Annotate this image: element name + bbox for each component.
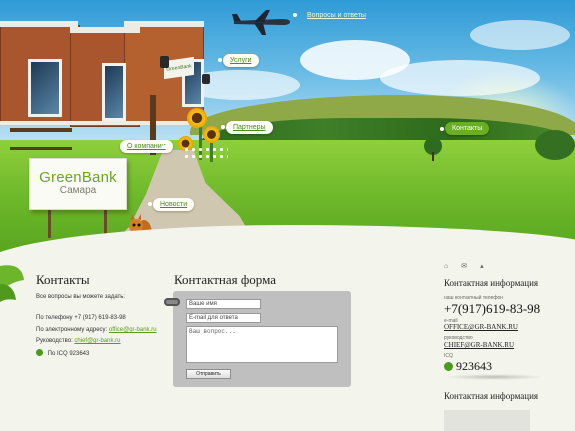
icq-label: По ICQ — [47, 351, 68, 357]
form-arrow-marker — [164, 298, 180, 306]
tree-trunk — [432, 152, 434, 161]
info-icons: ⌂✉▴ — [444, 262, 569, 270]
nav-partners-link[interactable]: Партнеры — [226, 121, 273, 134]
contacts-title: Контакты — [36, 272, 90, 287]
form-section: Контактная форма — [174, 272, 276, 288]
airplane-icon — [232, 10, 290, 35]
contacts-icq-row: По ICQ 923643 — [36, 349, 89, 357]
street-lamp — [160, 56, 169, 68]
building-cornice — [124, 21, 204, 27]
info-director-link[interactable]: CHIEF@GR-BANK.RU — [444, 341, 514, 349]
page: GreenBank GreenBank Самара Вопросы и отв… — [0, 0, 575, 431]
sitemap-icon[interactable]: ▴ — [480, 263, 497, 270]
info-title: Контактная информация — [444, 278, 539, 288]
building-window — [28, 59, 62, 117]
contacts-section: Контакты Все вопросы вы можете задать: П… — [36, 272, 161, 357]
icq-flower-icon — [444, 362, 453, 371]
building-window — [102, 63, 126, 121]
logo-city: Самара — [59, 185, 97, 196]
question-textarea[interactable]: Ваш вопрос... — [186, 326, 338, 363]
email-field[interactable]: E-mail для ответа — [186, 313, 261, 323]
email-label: По электронному адресу: — [36, 327, 108, 333]
form-title: Контактная форма — [174, 272, 277, 287]
submit-button[interactable]: Отправить — [186, 369, 231, 379]
daisies — [183, 146, 228, 162]
leaf-decoration — [0, 265, 24, 302]
mail-icon[interactable]: ✉ — [461, 263, 480, 270]
name-field[interactable]: Ваше имя — [186, 299, 261, 309]
hero-banner: GreenBank GreenBank Самара Вопросы и отв… — [0, 0, 575, 255]
logo-name: GreenBank — [39, 169, 117, 186]
nav-contacts-link[interactable]: Контакты — [445, 122, 490, 135]
nav-pointer — [221, 125, 225, 129]
building-cornice — [0, 21, 78, 27]
sign-leg — [48, 210, 51, 238]
info-icq: 923643 — [456, 359, 492, 373]
nav-news-link[interactable]: Новости — [153, 198, 195, 211]
nav-pointer — [162, 145, 166, 149]
sunflower — [203, 126, 220, 143]
icq-flower-icon — [36, 349, 43, 356]
sunflower — [187, 108, 207, 128]
logo-sign[interactable]: GreenBank Самара — [29, 158, 127, 210]
building-base — [0, 121, 204, 125]
phone-label: По телефону — [36, 315, 73, 321]
info-icq-row: 923643 — [444, 359, 492, 374]
nav-services-link[interactable]: Услуги — [223, 54, 259, 67]
contacts-director-row: Руководство: chief@gr-bank.ru — [36, 338, 121, 344]
icq-value: 923643 — [69, 351, 90, 357]
info-phone: +7(917)619-83-98 — [444, 301, 541, 316]
contacts-phone-row: По телефону +7 (917) 619-83-98 — [36, 315, 126, 321]
info-email-link[interactable]: OFFICE@GR-BANK.RU — [444, 323, 518, 331]
info-title-2: Контактная информация — [444, 391, 539, 401]
director-email-link[interactable]: chief@gr-bank.ru — [74, 338, 120, 344]
phone-value: +7 (917) 619-83-98 — [74, 315, 126, 321]
nav-pointer — [148, 202, 152, 206]
nav-pointer — [293, 13, 297, 17]
street-lamp — [202, 74, 210, 84]
home-icon[interactable]: ⌂ — [444, 263, 461, 270]
info-placeholder-box — [444, 410, 530, 431]
nav-pointer — [218, 58, 222, 62]
contacts-intro: Все вопросы вы можете задать: — [36, 294, 126, 300]
director-label: Руководство: — [36, 338, 73, 344]
email-link[interactable]: office@gr-bank.ru — [109, 327, 157, 333]
bench — [10, 128, 72, 150]
contacts-email-row: По электронному адресу: office@gr-bank.r… — [36, 327, 157, 333]
tree-cluster — [535, 130, 575, 160]
cloud — [470, 20, 570, 50]
nav-pointer — [440, 127, 444, 131]
info-section: ⌂✉▴ Контактная информация наш контактный… — [444, 262, 569, 431]
building-cornice — [70, 27, 140, 33]
nav-faq-link[interactable]: Вопросы и ответы — [300, 9, 373, 22]
divider-shadow — [444, 374, 544, 380]
